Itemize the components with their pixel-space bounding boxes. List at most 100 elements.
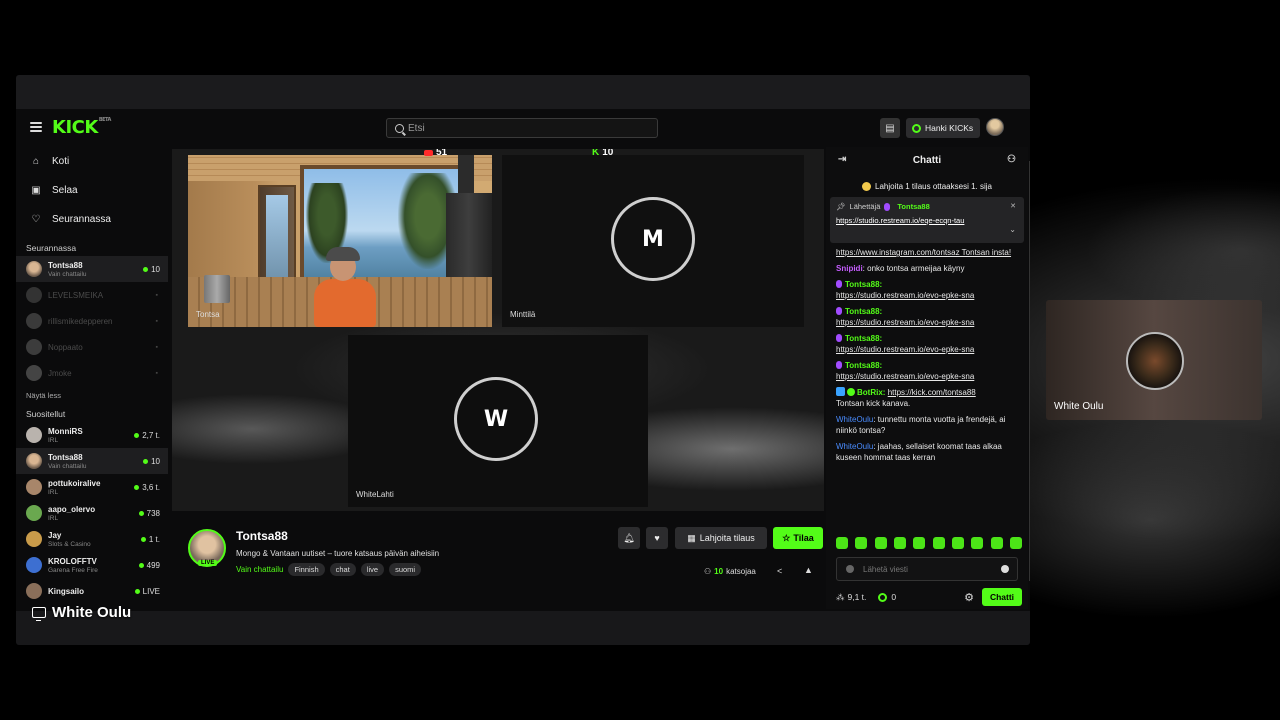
streamer-name[interactable]: Tontsa88 xyxy=(236,529,288,543)
unpin-icon[interactable]: ✕ xyxy=(1010,202,1016,210)
avatar xyxy=(26,505,42,521)
emote-icon[interactable] xyxy=(913,537,926,549)
participant-name: White Oulu xyxy=(1054,401,1104,412)
moderator-badge-icon xyxy=(836,307,842,315)
gift-banner[interactable]: Lahjoita 1 tilaus ottaaksesi 1. sija xyxy=(826,179,1028,193)
tag[interactable]: Finnish xyxy=(288,563,325,576)
emote-icon[interactable] xyxy=(836,537,848,549)
recommended-channel[interactable]: KROLOFFTV Garena Free Fire 499 xyxy=(16,552,168,578)
screen-bottom-bar xyxy=(16,611,1030,645)
viewer-count: 1 t. xyxy=(140,535,168,544)
user-avatar[interactable] xyxy=(986,118,1004,136)
sidebar-item-browse[interactable]: ▣ Selaa xyxy=(16,176,168,205)
channel-points[interactable]: ⁂ 9,1 t. xyxy=(836,592,866,603)
share-icon[interactable]: < xyxy=(777,566,782,576)
recommended-channel[interactable]: aapo_olervo IRL 738 xyxy=(16,500,168,526)
chat-message-input[interactable]: Lähetä viesti xyxy=(836,557,1018,581)
collapse-chat-icon[interactable]: ⇥ xyxy=(838,154,846,165)
avatar xyxy=(26,365,42,381)
tag[interactable]: chat xyxy=(329,563,356,576)
recommended-channel[interactable]: MonniRS IRL 2,7 t. xyxy=(16,422,168,448)
tag[interactable]: live xyxy=(360,563,385,576)
gift-icon: ▦ xyxy=(687,532,696,543)
following-channel[interactable]: rillismikedepperen ▪ xyxy=(16,308,168,334)
following-channel[interactable]: LEVELSMEIKA ▪ xyxy=(16,282,168,308)
kick-logo[interactable]: KICKBETA xyxy=(52,117,111,138)
avatar xyxy=(26,479,42,495)
chat-footer: ⁂ 9,1 t. 0 ⚙ Chatti xyxy=(836,587,1022,607)
report-icon[interactable]: ▲ xyxy=(804,565,813,575)
side-participant-card[interactable]: White Oulu xyxy=(1046,300,1262,420)
show-less-link[interactable]: Näytä less xyxy=(16,386,168,406)
youtube-icon xyxy=(424,149,433,156)
screen-top-bar xyxy=(16,75,1030,109)
emote-icon[interactable] xyxy=(1009,537,1022,549)
participant-tile-w: W WhiteLahti xyxy=(348,335,648,507)
viewer-count: 10 xyxy=(143,457,168,466)
library-icon: ▤ xyxy=(885,122,895,134)
chat-messages: https://www.instagram.com/tontsaz Tontsa… xyxy=(836,247,1022,468)
sidebar-item-following[interactable]: ♡ Seurannassa xyxy=(16,205,168,234)
tag[interactable]: suomi xyxy=(389,563,422,576)
live-dot-icon xyxy=(134,432,140,438)
recommended-channel[interactable]: Tontsa88 Vain chattailu 10 xyxy=(16,448,168,474)
emote-icon[interactable] xyxy=(855,537,868,549)
chat-title: Chatti xyxy=(912,154,942,166)
category-link[interactable]: Vain chattailu xyxy=(236,565,283,574)
emote-icon[interactable] xyxy=(951,537,964,549)
sidebar-item-label: Selaa xyxy=(52,185,78,196)
gear-icon[interactable]: ⚙ xyxy=(964,591,974,604)
emoji-picker-icon[interactable] xyxy=(1001,565,1009,573)
emote-icon[interactable] xyxy=(874,537,887,549)
chat-message: BotRix: https://kick.com/tontsa88 Tontsan… xyxy=(836,387,976,408)
gift-subscription-button[interactable]: ▦ Lahjoita tilaus xyxy=(675,527,767,549)
search-input[interactable]: Etsi xyxy=(386,118,658,138)
bell-icon: 🔔︎ xyxy=(623,532,635,543)
chat-scrollbar[interactable] xyxy=(1029,161,1030,581)
participant-initial: W xyxy=(454,377,538,461)
following-channel-tontsa88[interactable]: Tontsa88 Vain chattailu 10 xyxy=(16,256,168,282)
kick-header: KICKBETA Etsi ▤ Hanki KICKs xyxy=(16,113,1030,145)
notification-button[interactable]: 🔔︎ xyxy=(618,527,640,549)
following-channel[interactable]: Jmoke ▪ xyxy=(16,360,168,386)
emote-icon[interactable] xyxy=(971,537,984,549)
send-chat-button[interactable]: Chatti xyxy=(982,588,1022,606)
chat-message: https://www.instagram.com/tontsaz Tontsa… xyxy=(836,248,1012,257)
viewers-icon: ⚇ xyxy=(704,567,712,576)
pinned-message[interactable]: 📌︎ Lähettäjä Tontsa88 https://studio.res… xyxy=(830,197,1024,243)
hamburger-menu-icon[interactable] xyxy=(30,122,42,132)
emote-icon[interactable] xyxy=(893,537,906,549)
moderator-badge-icon xyxy=(836,280,842,288)
live-dot-icon xyxy=(140,536,146,542)
kicks-balance[interactable]: 0 xyxy=(878,592,896,602)
viewer-count: 738 xyxy=(138,509,168,518)
video-player[interactable]: Tontsa M Minttilä W WhiteLahti 51 K 10 xyxy=(172,149,824,511)
chat-users-icon[interactable]: ⚇ xyxy=(1007,154,1016,165)
subscribe-button[interactable]: ☆ Tilaa xyxy=(773,527,823,549)
chevron-down-icon[interactable]: ⌄ xyxy=(1009,225,1016,234)
library-button[interactable]: ▤ xyxy=(880,118,900,138)
follow-button[interactable]: ♥ xyxy=(646,527,668,549)
recommended-channel[interactable]: Kingsailo LIVE xyxy=(16,578,168,604)
viewer-count: LIVE xyxy=(134,587,168,596)
chat-header: ⇥ Chatti ⚇ xyxy=(826,147,1028,173)
chat-panel: ⇥ Chatti ⚇ Lahjoita 1 tilaus ottaaksesi … xyxy=(826,147,1028,609)
sidebar-item-home[interactable]: ⌂ Koti xyxy=(16,147,168,176)
pinned-link[interactable]: https://studio.restream.io/eqe-ecqn-tau xyxy=(836,215,996,226)
search-icon xyxy=(395,123,404,133)
chat-message: Tontsa88: https://studio.restream.io/evo-… xyxy=(836,280,975,300)
avatar xyxy=(26,453,42,469)
recommended-channel[interactable]: Jay Slots & Casino 1 t. xyxy=(16,526,168,552)
recommended-channel[interactable]: pottukoiralive IRL 3,6 t. xyxy=(16,474,168,500)
search-placeholder: Etsi xyxy=(408,122,425,134)
camera-feed xyxy=(188,155,492,327)
stream-title: Mongo & Vantaan uutiset – tuore katsaus … xyxy=(236,549,440,558)
kicks-coin-icon xyxy=(912,123,921,133)
following-channel[interactable]: Noppaato ▪ xyxy=(16,334,168,360)
points-icon: ⁂ xyxy=(836,591,845,602)
emote-icon[interactable] xyxy=(932,537,945,549)
emote-icon[interactable] xyxy=(990,537,1003,549)
offline-icon: ▪ xyxy=(155,343,158,351)
get-kicks-button[interactable]: Hanki KICKs xyxy=(906,118,980,138)
viewer-count: 10 xyxy=(143,265,168,274)
